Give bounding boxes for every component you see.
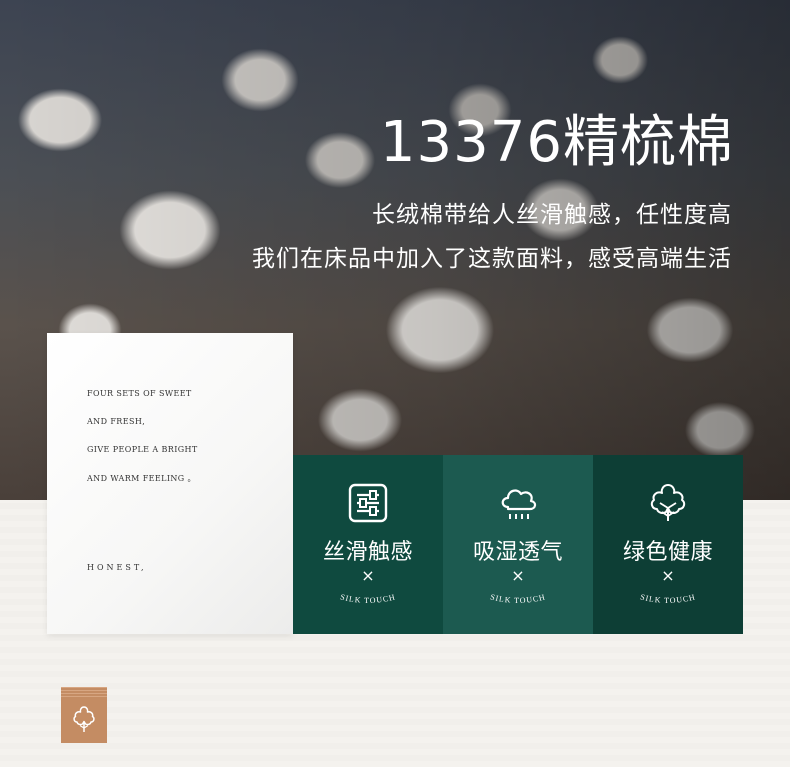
cotton-badge bbox=[61, 687, 107, 743]
hero-description-line-1: 长绒棉带给人丝滑触感，任性度高 bbox=[372, 202, 732, 228]
feature-title: 吸湿透气 bbox=[472, 540, 563, 565]
slogan-line-1: FOUR SETS OF SWEET bbox=[87, 389, 192, 398]
feature-breathable: 吸湿透气 × SILK TOUCH bbox=[443, 455, 593, 634]
slogan-card: FOUR SETS OF SWEET AND FRESH, GIVE PEOPL… bbox=[47, 333, 293, 634]
sliders-icon bbox=[348, 483, 388, 523]
feature-cross-mark: × bbox=[511, 566, 525, 585]
svg-text:SILK TOUCH: SILK TOUCH bbox=[339, 592, 396, 605]
hero-title: 13376精梳棉 bbox=[379, 110, 734, 175]
feature-cross-mark: × bbox=[661, 566, 675, 585]
feature-title: 丝滑触感 bbox=[322, 540, 413, 565]
cotton-flower-icon bbox=[73, 706, 95, 732]
slogan-line-2: AND FRESH, bbox=[87, 417, 146, 426]
feature-subtitle: SILK TOUCH bbox=[339, 592, 396, 605]
cloud-rain-icon bbox=[501, 489, 537, 519]
feature-green-health: 绿色健康 × SILK TOUCH bbox=[593, 455, 743, 634]
slogan-signature: HONEST, bbox=[87, 563, 147, 572]
slogan-line-3: GIVE PEOPLE A BRIGHT bbox=[87, 445, 198, 454]
badge-stripes bbox=[61, 687, 107, 697]
feature-silk-touch: 丝滑触感 × SILK TOUCH bbox=[293, 455, 443, 634]
hero-description-line-2: 我们在床品中加入了这款面料，感受高端生活 bbox=[252, 246, 732, 272]
svg-text:SILK TOUCH: SILK TOUCH bbox=[489, 592, 546, 605]
svg-text:SILK TOUCH: SILK TOUCH bbox=[639, 592, 696, 605]
feature-cross-mark: × bbox=[361, 566, 375, 585]
feature-title: 绿色健康 bbox=[622, 540, 713, 565]
feature-subtitle: SILK TOUCH bbox=[639, 592, 696, 605]
feature-subtitle: SILK TOUCH bbox=[489, 592, 546, 605]
slogan-line-4: AND WARM FEELING 。 bbox=[87, 474, 196, 483]
cotton-flower-icon bbox=[650, 484, 686, 521]
